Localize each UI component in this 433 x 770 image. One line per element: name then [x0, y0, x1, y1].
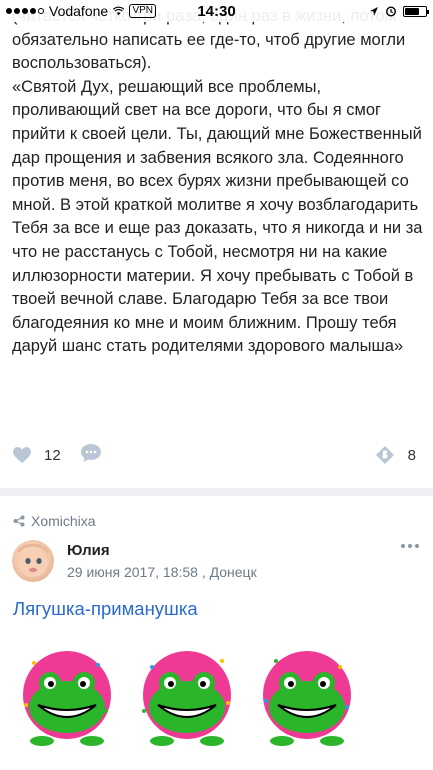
battery-icon — [403, 5, 429, 17]
dot-icon — [415, 544, 419, 548]
like-count: 12 — [44, 446, 61, 464]
share-icon — [375, 446, 394, 464]
post-meta: 29 июня 2017, 18:58 , Донецк — [67, 564, 257, 580]
frog-image[interactable] — [12, 645, 122, 755]
post-paragraph: «Святой Дух, решающий все проблемы, прол… — [12, 77, 423, 356]
status-bar: Vodafone VPN 14:30 — [0, 0, 433, 22]
dot-icon — [408, 544, 412, 548]
share-arrow-icon — [13, 515, 25, 527]
alarm-icon — [385, 6, 397, 17]
comment-icon — [81, 443, 101, 462]
post-source[interactable]: Xomichixa — [13, 513, 96, 529]
baby-face-icon — [16, 543, 50, 577]
share-button[interactable]: 8 — [375, 445, 416, 465]
heart-icon — [13, 447, 31, 463]
post-title[interactable]: Лягушка-приманушка — [13, 598, 198, 620]
share-count: 8 — [407, 446, 416, 464]
wifi-icon — [113, 6, 125, 15]
avatar[interactable] — [12, 540, 54, 582]
comment-button[interactable] — [80, 443, 102, 468]
more-options-button[interactable] — [401, 544, 419, 548]
frog-icon — [263, 651, 351, 746]
carrier-name: Vodafone — [49, 3, 109, 19]
reactions-bar: 12 8 — [0, 440, 433, 470]
vpn-badge: VPN — [129, 4, 156, 18]
frog-images — [12, 645, 352, 755]
feed-divider — [0, 488, 433, 496]
like-button[interactable]: 12 — [12, 446, 61, 464]
location-icon — [370, 6, 378, 16]
signal-icon — [6, 8, 44, 14]
frog-icon — [142, 651, 231, 746]
dot-icon — [401, 544, 405, 548]
post-text: (читается четко три раза, один раз в жиз… — [12, 5, 424, 359]
frog-icon — [23, 651, 111, 746]
source-name: Xomichixa — [31, 513, 96, 529]
author-name[interactable]: Юлия — [67, 542, 110, 559]
frog-image[interactable] — [252, 645, 362, 755]
clock: 14:30 — [197, 2, 236, 20]
frog-image[interactable] — [132, 645, 242, 755]
